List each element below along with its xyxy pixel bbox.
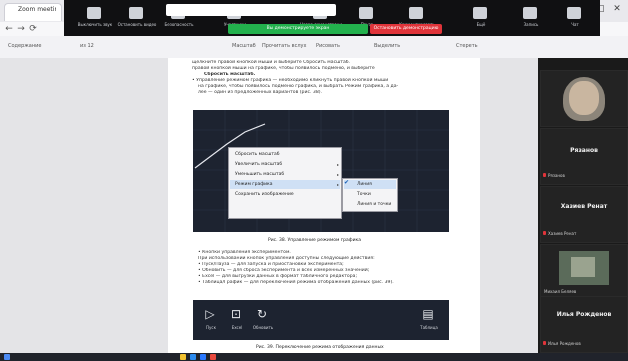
doc-line: • Таблица/График — для переключения режи… (198, 280, 394, 285)
refresh-label: Обновить (252, 325, 274, 330)
participant-tile[interactable]: Илья Рожденов Илья Рожденов (540, 296, 628, 353)
more-button[interactable]: Ещё (460, 5, 502, 31)
refresh-button[interactable]: ↻ Обновить (249, 305, 277, 335)
mute-label: Выключить звук (77, 22, 113, 27)
mute-button[interactable]: Выключить звук (74, 5, 116, 31)
chevron-right-icon: ▸ (336, 162, 339, 167)
record-label: Запись (523, 22, 539, 27)
start-icon[interactable] (4, 354, 10, 360)
participant-tile[interactable]: Михаил Беляев (540, 244, 628, 301)
page-indicator[interactable]: из 12 (80, 43, 94, 49)
participant-tile[interactable] (540, 70, 628, 127)
table-icon: ▤ (422, 307, 434, 321)
figure-control-buttons: ▷ Пуск ⊡ Excel ↻ Обновить ▤ Таблица (193, 300, 449, 340)
highlight-button[interactable]: Выделить (374, 43, 400, 49)
muted-mic-icon (543, 173, 546, 177)
tab-title: Zoom meeting (18, 6, 56, 13)
participant-face (569, 81, 599, 115)
record-icon (523, 7, 537, 19)
participant-name: Рязанов (570, 147, 598, 154)
pdf-icon[interactable] (210, 354, 216, 360)
menu-item-label: Уменьшить масштаб (235, 172, 285, 177)
doc-line: лее — один из предложенных вариантов (ри… (198, 90, 323, 95)
video-icon (129, 7, 143, 19)
chat-label: Чат (571, 22, 579, 27)
participant-name: Илья Рожденов (556, 311, 612, 318)
participant-name: Хазиев Ренат (560, 203, 608, 210)
participant-video-detail (571, 257, 595, 277)
excel-button[interactable]: ⊡ Excel (223, 305, 251, 335)
forward-button[interactable]: → (16, 24, 26, 34)
play-label: Пуск (206, 325, 216, 330)
participant-tile[interactable]: Хазиев Ренат Хазиев Ренат (540, 186, 628, 243)
refresh-icon: ↻ (256, 307, 268, 321)
os-taskbar (0, 353, 628, 361)
chat-button[interactable]: Чат (554, 5, 596, 31)
excel-icon: ⊡ (230, 307, 242, 321)
play-icon: ▷ (205, 307, 215, 321)
more-label: Ещё (476, 22, 486, 27)
menu-item-label: Сбросить масштаб (235, 152, 280, 157)
draw-button[interactable]: Рисовать (316, 43, 340, 49)
menu-item-graph-mode[interactable]: Режим графика ▸ (235, 180, 339, 189)
submenu-item-points[interactable]: Точки (357, 190, 371, 199)
participant-label: Хазиев Ренат (548, 231, 577, 236)
pause-icon (359, 7, 373, 19)
graph-mode-submenu: Линия Точки Линия и точки (342, 178, 398, 212)
menu-item-label: Режим графика (235, 182, 273, 187)
menu-item-save-image[interactable]: Сохранить изображение (235, 190, 335, 199)
check-icon: ✔ (344, 179, 350, 186)
participant-label: Михаил Беляев (544, 289, 577, 294)
participant-tile[interactable]: Рязанов Рязанов (540, 128, 628, 185)
back-button[interactable]: ← (4, 24, 14, 34)
sharing-notice: Вы демонстрируете экран (228, 24, 368, 34)
submenu-item-line[interactable]: Линия (357, 180, 372, 189)
folder-icon[interactable] (180, 354, 186, 360)
chat-icon (567, 7, 581, 19)
menu-item-label: Сохранить изображение (235, 192, 294, 197)
menu-item-label: Увеличить масштаб (235, 162, 283, 167)
zoom-icon[interactable] (200, 354, 206, 360)
excel-label: Excel (231, 325, 243, 330)
muted-mic-icon (543, 341, 546, 345)
erase-button[interactable]: Стереть (456, 43, 478, 49)
zoom-control[interactable]: Масштаб (232, 43, 256, 49)
share-title-field (166, 4, 336, 16)
table-label: Таблица (420, 325, 438, 330)
browser-icon[interactable] (190, 354, 196, 360)
reload-button[interactable]: ⟳ (28, 24, 38, 34)
table-toggle-button[interactable]: ▤ Таблица (415, 305, 443, 335)
participant-label: Рязанов (548, 173, 565, 178)
contents-button[interactable]: Содержание (8, 43, 41, 49)
stop-video-button[interactable]: Остановить видео (116, 5, 158, 31)
pen-icon (409, 7, 423, 19)
play-button[interactable]: ▷ Пуск (197, 305, 225, 335)
more-icon (473, 7, 487, 19)
figure-caption: Рис. 39. Переключение режима отображения… (256, 345, 384, 350)
menu-item-zoom-in[interactable]: Увеличить масштаб ▸ (235, 160, 339, 169)
chevron-right-icon: ▸ (336, 182, 339, 187)
menu-item-reset-zoom[interactable]: Сбросить масштаб (235, 150, 335, 159)
menu-item-zoom-out[interactable]: Уменьшить масштаб ▸ (235, 170, 339, 179)
security-label: Безопасность (164, 22, 194, 27)
figure-caption: Рис. 38. Управление режимом графика (268, 238, 362, 243)
submenu-item-line-and-points[interactable]: Линия и точки (357, 200, 391, 209)
participant-label: Илья Рожденов (548, 341, 581, 346)
graph-context-menu: Сбросить масштаб Увеличить масштаб ▸ Умен… (228, 147, 342, 219)
muted-mic-icon (543, 231, 546, 235)
readaloud-button[interactable]: Прочитать вслух (262, 43, 306, 49)
stop-video-label: Остановить видео (117, 22, 157, 27)
close-window-button[interactable]: ✕ (612, 4, 622, 14)
record-button[interactable]: Запись (510, 5, 552, 31)
chevron-right-icon: ▸ (336, 172, 339, 177)
mic-icon (87, 7, 101, 19)
pdf-toolbar (0, 36, 628, 59)
stop-share-button[interactable]: Остановить демонстрацию (370, 24, 442, 34)
